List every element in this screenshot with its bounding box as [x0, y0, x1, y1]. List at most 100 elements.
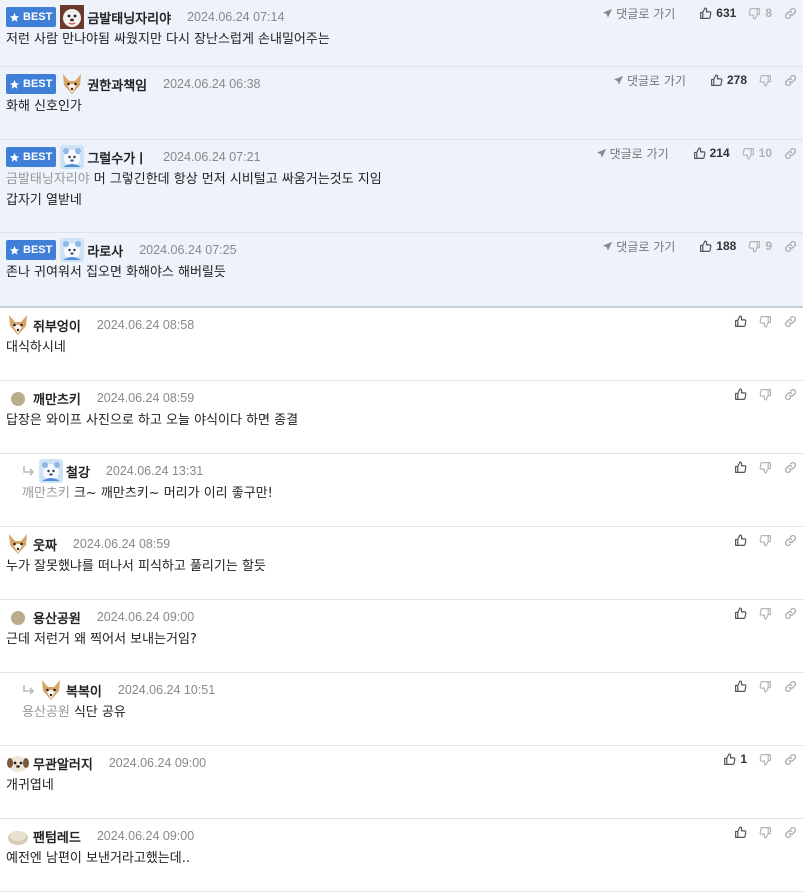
- reply-comment: 복복이 2024.06.24 10:51 용산공원 식단 공유: [0, 673, 803, 746]
- thumbs-up-icon: [734, 314, 747, 328]
- quoted-author[interactable]: 깨만츠키: [22, 486, 70, 501]
- author-nickname[interactable]: 권한과책임: [87, 75, 147, 94]
- goto-comment-button[interactable]: 댓글로 가기: [613, 72, 686, 89]
- goto-comment-button[interactable]: 댓글로 가기: [602, 5, 675, 22]
- thumbs-up-icon: [734, 606, 747, 620]
- goto-comment-button[interactable]: 댓글로 가기: [602, 238, 675, 255]
- downvote-button[interactable]: [759, 315, 772, 328]
- downvote-button[interactable]: 9: [748, 239, 772, 253]
- downvote-button[interactable]: [759, 680, 772, 693]
- fox-dog-icon[interactable]: [6, 532, 30, 556]
- author-nickname[interactable]: 무관알러지: [33, 754, 93, 773]
- link-icon[interactable]: [784, 680, 797, 693]
- author-nickname[interactable]: 복복이: [66, 681, 102, 700]
- quoted-author[interactable]: 용산공원: [22, 705, 70, 720]
- downvote-button[interactable]: [759, 461, 772, 474]
- author-nickname[interactable]: 웃짜: [33, 535, 57, 554]
- comment-header: 쥐부엉이 2024.06.24 08:58: [6, 313, 194, 337]
- thumbs-up-icon: [734, 460, 747, 474]
- link-icon[interactable]: [784, 826, 797, 839]
- blue-bear-icon[interactable]: [60, 145, 85, 169]
- link-icon[interactable]: [784, 147, 797, 160]
- thumbs-up-icon: [734, 533, 747, 547]
- downvote-button[interactable]: [759, 534, 772, 547]
- link-icon[interactable]: [784, 461, 797, 474]
- upvote-button[interactable]: 214: [693, 146, 730, 160]
- upvote-button[interactable]: 278: [710, 73, 747, 87]
- quoted-author[interactable]: 금발태닝자리야: [6, 172, 90, 187]
- star-icon: [9, 12, 23, 23]
- goto-comment-label: 댓글로 가기: [616, 6, 676, 21]
- link-icon[interactable]: [784, 534, 797, 547]
- dot-avatar-icon[interactable]: [6, 605, 30, 629]
- upvote-button[interactable]: 188: [699, 239, 736, 253]
- blue-bear-icon[interactable]: [39, 459, 63, 483]
- fox-dog-icon[interactable]: [39, 678, 63, 702]
- link-icon[interactable]: [784, 753, 797, 766]
- thumbs-down-icon: [742, 147, 755, 160]
- best-badge: BEST: [6, 74, 57, 94]
- upvote-button[interactable]: 1: [723, 752, 747, 766]
- goto-comment-button[interactable]: 댓글로 가기: [596, 145, 669, 162]
- link-icon[interactable]: [784, 7, 797, 20]
- link-icon[interactable]: [784, 607, 797, 620]
- comment-text-line: 대식하시네: [6, 340, 66, 355]
- comment-date: 2024.06.24 07:25: [139, 243, 237, 257]
- comment-date: 2024.06.24 13:31: [105, 464, 204, 478]
- upvote-button[interactable]: [734, 460, 747, 474]
- author-nickname[interactable]: 깨만츠키: [33, 389, 81, 408]
- downvote-button[interactable]: [759, 607, 772, 620]
- comment: 쥐부엉이 2024.06.24 08:58 대식하시네: [0, 308, 803, 381]
- comment-date: 2024.06.24 07:14: [187, 10, 285, 24]
- comment-text-line: 존나 귀여워서 집오면 화해야스 해버릴듯: [6, 265, 226, 280]
- comment-actions: [722, 823, 797, 841]
- downvote-button[interactable]: 10: [742, 146, 772, 160]
- thumbs-down-icon: [759, 680, 772, 693]
- link-icon[interactable]: [784, 315, 797, 328]
- author-nickname[interactable]: 철강: [66, 462, 90, 481]
- author-nickname[interactable]: 라로사: [87, 241, 123, 260]
- author-nickname[interactable]: 용산공원: [33, 608, 81, 627]
- downvote-button[interactable]: 8: [748, 6, 772, 20]
- comment: 웃짜 2024.06.24 08:59 누가 잘못했냐를 떠나서 피식하고 풀리기는…: [0, 527, 803, 600]
- fox-dog-icon[interactable]: [60, 72, 84, 96]
- upvote-button[interactable]: [734, 679, 747, 693]
- author-nickname[interactable]: 쥐부엉이: [33, 316, 81, 335]
- star-icon: [9, 79, 23, 90]
- downvote-button[interactable]: [759, 826, 772, 839]
- white-dog-icon[interactable]: [60, 5, 85, 29]
- author-nickname[interactable]: 팬텀레드: [33, 827, 81, 846]
- round-blob-icon[interactable]: [6, 824, 30, 848]
- blue-bear-icon[interactable]: [60, 238, 85, 262]
- thumbs-down-icon: [759, 315, 772, 328]
- puppy-icon[interactable]: [6, 751, 30, 775]
- downvote-button[interactable]: [759, 74, 772, 87]
- upvote-button[interactable]: [734, 606, 747, 620]
- upvote-button[interactable]: [734, 533, 747, 547]
- comment-text: 금발태닝자리야 머 그렇긴한데 항상 먼저 시비털고 싸움거는것도 지임: [6, 169, 382, 190]
- upvote-button[interactable]: [734, 314, 747, 328]
- downvote-button[interactable]: [759, 753, 772, 766]
- upvote-button[interactable]: [734, 387, 747, 401]
- comment-date: 2024.06.24 09:00: [96, 610, 195, 624]
- comment-actions: [722, 385, 797, 403]
- comment-text-line: 예전엔 남편이 보낸거라고했는데..: [6, 851, 190, 866]
- fox-dog-icon[interactable]: [6, 313, 30, 337]
- dot-avatar-icon[interactable]: [6, 386, 30, 410]
- upvote-button[interactable]: 631: [699, 6, 736, 20]
- link-icon[interactable]: [784, 388, 797, 401]
- upvote-button[interactable]: [734, 825, 747, 839]
- upvote-count: 278: [726, 73, 747, 87]
- link-icon[interactable]: [784, 240, 797, 253]
- comment-actions: [722, 458, 797, 476]
- thumbs-up-icon: [734, 387, 747, 401]
- comment-actions: 댓글로 가기 278: [613, 71, 797, 89]
- comment-date: 2024.06.24 07:21: [163, 150, 261, 164]
- comment-text-line: 식단 공유: [73, 705, 126, 720]
- author-nickname[interactable]: 금발태닝자리야: [87, 8, 171, 27]
- comment-date: 2024.06.24 08:58: [96, 318, 195, 332]
- link-icon[interactable]: [784, 74, 797, 87]
- author-nickname[interactable]: 그럴수가ㅣ: [87, 148, 147, 167]
- downvote-button[interactable]: [759, 388, 772, 401]
- comment-header: 철강 2024.06.24 13:31: [22, 459, 203, 483]
